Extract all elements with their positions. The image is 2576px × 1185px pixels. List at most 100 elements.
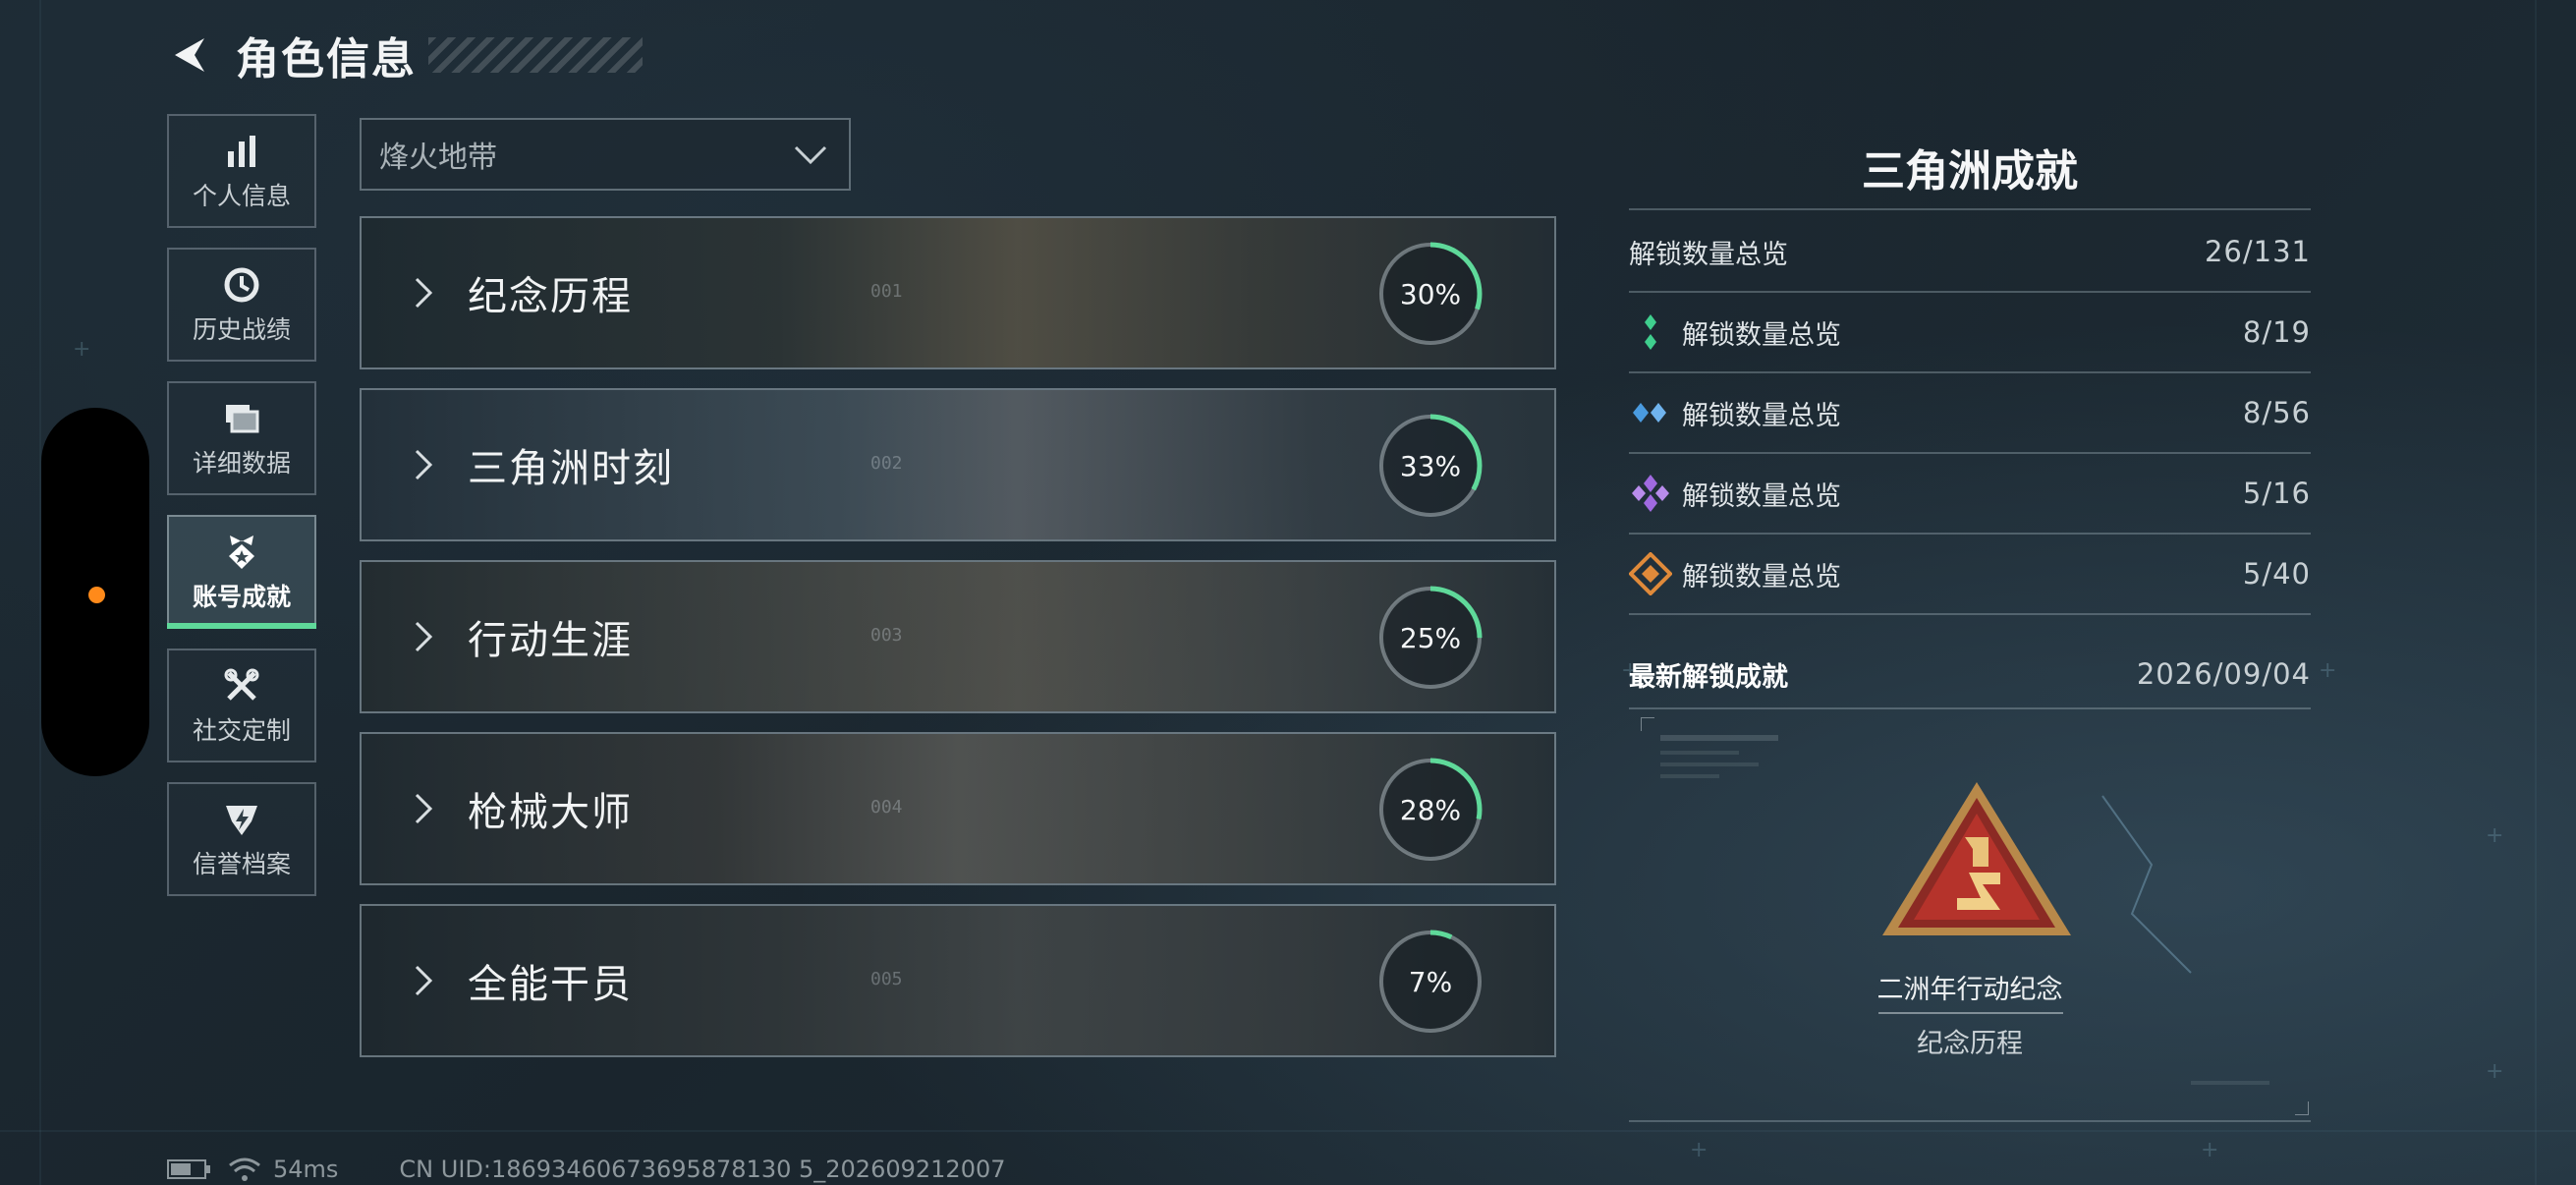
purple-diamond-icon — [1629, 472, 1672, 515]
status-bar: 54ms CN UID:18693460673695878130 5_20260… — [167, 1156, 1006, 1183]
shield-lightning-icon — [220, 798, 263, 841]
progress-percent: 25% — [1399, 621, 1462, 654]
tier-label: 解锁数量总览 — [1682, 319, 1841, 351]
divider — [1629, 208, 2311, 210]
handle-indicator-dot — [88, 587, 105, 603]
sidebar-item-achievements[interactable]: 账号成就 — [167, 515, 316, 629]
sidebar-item-label: 详细数据 — [192, 449, 291, 478]
sidebar-item-label: 历史战绩 — [192, 315, 291, 344]
category-card[interactable]: 枪械大师 004 28% — [360, 732, 1556, 885]
tier-label: 解锁数量总览 — [1682, 480, 1841, 512]
tier-row: 解锁数量总览 8/56 — [1629, 373, 2311, 452]
sidebar-item-history[interactable]: 历史战绩 — [167, 248, 316, 362]
divider — [1629, 1120, 2311, 1122]
back-button[interactable] — [165, 30, 214, 80]
chevron-right-icon — [415, 277, 433, 309]
tier-row: 解锁数量总览 8/19 — [1629, 293, 2311, 371]
category-name: 三角洲时刻 — [468, 446, 674, 491]
card-index-label: 004 — [870, 797, 903, 818]
latest-achievement-label: 最新解锁成就 — [1629, 661, 1788, 693]
tier-row: 解锁数量总览 5/40 — [1629, 535, 2311, 613]
tier-value: 5/16 — [2242, 477, 2311, 510]
page-header: 角色信息 — [165, 26, 643, 85]
total-unlocked-label: 解锁数量总览 — [1629, 239, 1788, 270]
card-index-label: 001 — [870, 281, 903, 302]
progress-percent: 33% — [1399, 449, 1462, 482]
blue-diamond-icon — [1629, 391, 1672, 434]
category-name: 全能干员 — [468, 962, 633, 1007]
category-card[interactable]: 全能干员 005 7% — [360, 904, 1556, 1057]
bg-gridline — [0, 1130, 2576, 1132]
green-diamond-icon — [1629, 310, 1672, 354]
floating-handle[interactable] — [41, 408, 149, 776]
badge-separator — [1878, 1012, 2063, 1014]
sidebar-item-label: 社交定制 — [192, 716, 291, 745]
tier-label: 解锁数量总览 — [1682, 400, 1841, 431]
latest-achievement-date: 2026/09/04 — [2136, 657, 2311, 691]
achievement-badge-icon — [1882, 782, 2071, 935]
bg-crosshair: + — [2486, 823, 2504, 848]
chevron-down-icon — [794, 145, 827, 165]
tier-value: 5/40 — [2242, 557, 2311, 591]
tier-value: 8/19 — [2242, 315, 2311, 349]
mode-select-value: 烽火地带 — [379, 141, 497, 175]
tier-label: 解锁数量总览 — [1682, 561, 1841, 592]
sidebar-item-label: 个人信息 — [192, 182, 291, 210]
category-name: 行动生涯 — [468, 618, 633, 663]
wifi-icon — [229, 1157, 260, 1181]
category-card[interactable]: 纪念历程 001 30% — [360, 216, 1556, 369]
folders-icon — [220, 397, 263, 440]
card-index-label: 003 — [870, 625, 903, 646]
progress-percent: 7% — [1408, 965, 1453, 998]
progress-ring: 7% — [1376, 928, 1484, 1036]
chevron-right-icon — [415, 793, 433, 824]
progress-ring: 30% — [1376, 240, 1484, 348]
divider — [1629, 707, 2311, 709]
progress-ring: 33% — [1376, 412, 1484, 520]
bg-gridline — [2535, 0, 2537, 1185]
chevron-right-icon — [415, 621, 433, 652]
title-decoration — [428, 37, 643, 73]
history-clock-icon — [220, 263, 263, 307]
tier-value: 8/56 — [2242, 396, 2311, 429]
sidebar-item-detailed-data[interactable]: 详细数据 — [167, 381, 316, 495]
bg-crosshair: + — [2201, 1138, 2219, 1162]
sidebar-item-personal-info[interactable]: 个人信息 — [167, 114, 316, 228]
ping-value: 54ms — [273, 1156, 339, 1183]
bar-chart-icon — [220, 130, 263, 173]
badge-name: 二洲年行动纪念 — [1876, 975, 2063, 1005]
bg-crosshair: + — [73, 337, 91, 362]
sidebar-item-credit[interactable]: 信誉档案 — [167, 782, 316, 896]
category-name: 枪械大师 — [468, 790, 633, 835]
mode-select[interactable]: 烽火地带 — [360, 118, 851, 191]
battery-icon — [167, 1159, 210, 1179]
category-name: 纪念历程 — [468, 274, 633, 319]
back-arrow-icon — [175, 38, 204, 72]
progress-percent: 28% — [1399, 793, 1462, 826]
progress-percent: 30% — [1399, 277, 1462, 310]
achievements-title: 三角洲成就 — [1862, 146, 2078, 197]
bg-crosshair: + — [1690, 1138, 1708, 1162]
page-title: 角色信息 — [236, 34, 417, 85]
total-unlocked-row: 解锁数量总览 26/131 — [1629, 212, 2311, 291]
category-card[interactable]: 行动生涯 003 25% — [360, 560, 1556, 713]
chevron-right-icon — [415, 965, 433, 996]
chevron-right-icon — [415, 449, 433, 480]
bg-crosshair: + — [2486, 1059, 2504, 1084]
divider — [1629, 613, 2311, 615]
latest-achievement-row: 最新解锁成就 2026/09/04 — [1629, 635, 2311, 713]
sidebar-item-label: 账号成就 — [192, 583, 291, 611]
category-card[interactable]: 三角洲时刻 002 33% — [360, 388, 1556, 541]
progress-ring: 25% — [1376, 584, 1484, 692]
card-index-label: 005 — [870, 969, 903, 989]
card-index-label: 002 — [870, 453, 903, 474]
user-uid: CN UID:18693460673695878130 5_2026092120… — [399, 1156, 1006, 1183]
tools-icon — [220, 664, 263, 707]
total-unlocked-value: 26/131 — [2204, 235, 2311, 268]
sidebar-item-label: 信誉档案 — [192, 850, 291, 878]
achievement-badge-icon — [220, 531, 263, 574]
orange-diamond-icon — [1629, 552, 1672, 595]
bg-crosshair: + — [2319, 658, 2337, 683]
progress-ring: 28% — [1376, 756, 1484, 864]
sidebar-item-social[interactable]: 社交定制 — [167, 649, 316, 762]
